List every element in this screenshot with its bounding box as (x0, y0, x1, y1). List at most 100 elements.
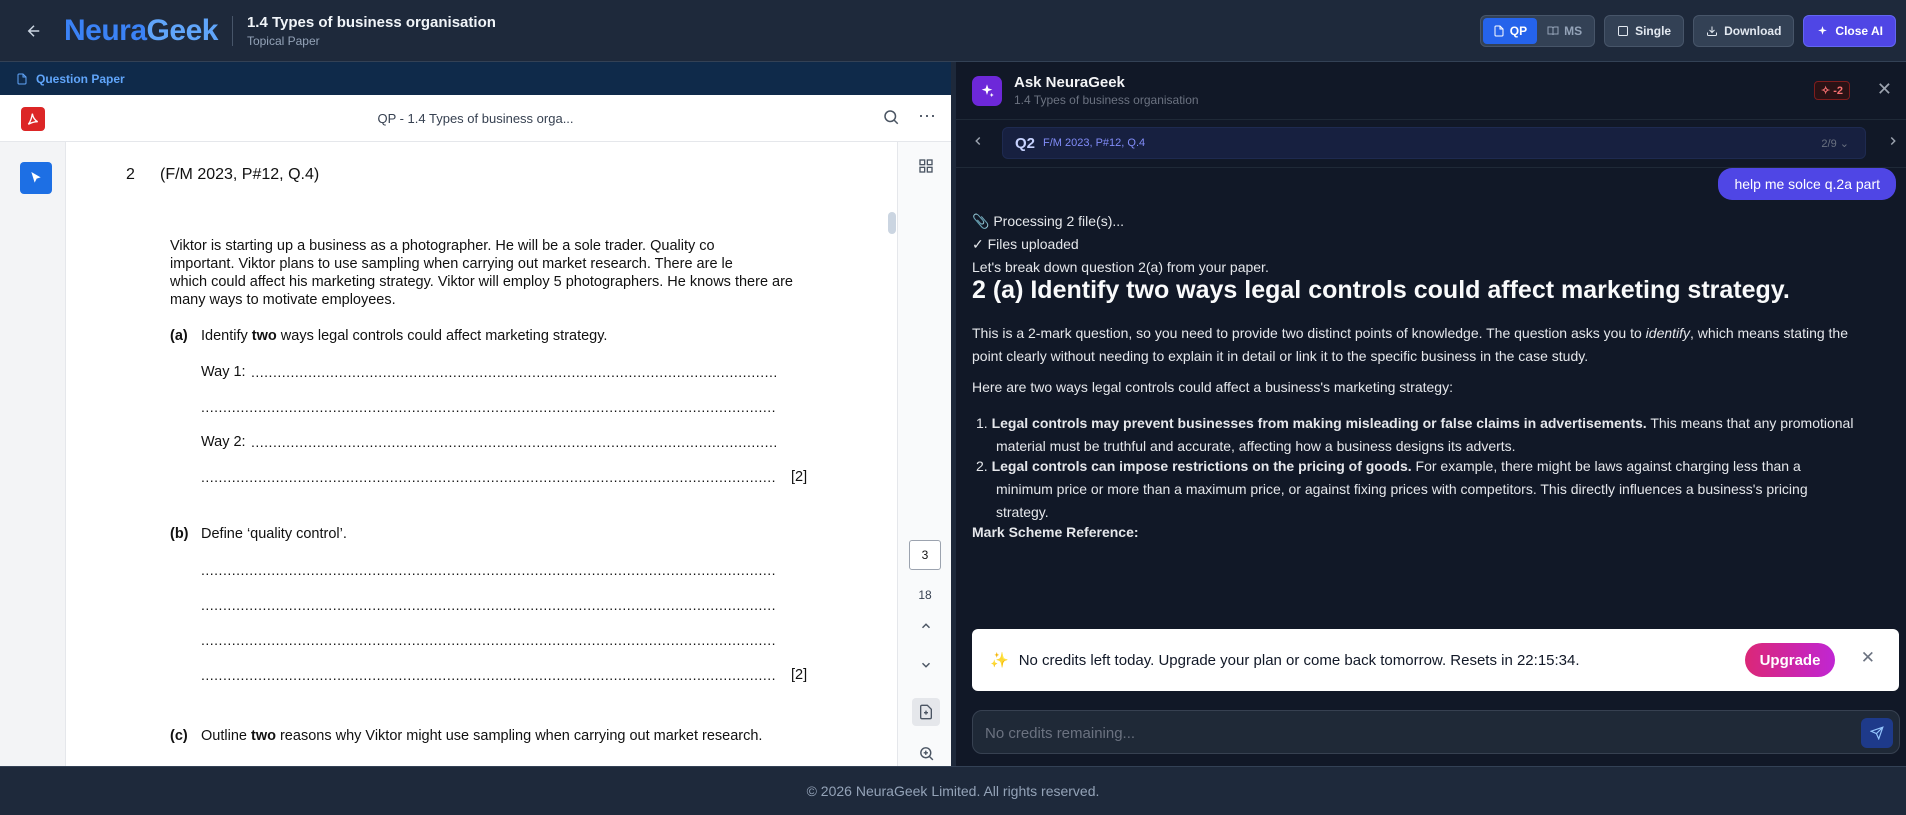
square-icon (1618, 26, 1629, 36)
para1-text-1: This is a 2-mark question, so you need t… (972, 325, 1646, 341)
question-number: 2 (126, 166, 135, 183)
download-button[interactable]: Download (1693, 15, 1795, 47)
credits-notice: ✨ No credits left today. Upgrade your pl… (972, 629, 1899, 691)
select-cursor-tool[interactable] (20, 162, 52, 194)
sparkle-icon (972, 75, 1002, 106)
answer-line[interactable]: ........................................… (201, 632, 776, 648)
chevron-down-icon[interactable] (912, 651, 940, 679)
part-a-text-2: ways legal controls could affect marketi… (276, 328, 608, 344)
list-item: 1. Legal controls may prevent businesses… (976, 412, 1856, 458)
answer-line[interactable]: ........................................… (201, 469, 776, 485)
close-icon[interactable]: ✕ (1861, 648, 1875, 668)
book-icon (1547, 26, 1559, 36)
current-page-input[interactable]: 3 (909, 540, 941, 570)
answer-heading: 2 (a) Identify two ways legal controls c… (972, 276, 1790, 304)
search-icon[interactable] (882, 108, 900, 131)
single-label: Single (1635, 24, 1672, 38)
pdf-toolbar: QP - 1.4 Types of business orga... ⋯ (0, 95, 951, 142)
answer-line[interactable]: ........................................… (201, 562, 776, 578)
logo-part-2: Geek (146, 13, 219, 47)
upgrade-button[interactable]: Upgrade (1745, 643, 1835, 677)
mark-scheme-reference: Mark Scheme Reference: (972, 524, 1139, 540)
part-c-label: (c) (170, 728, 188, 744)
document-icon (17, 73, 27, 84)
pdf-right-toolbar: 3 18 (897, 142, 951, 766)
page-titles: 1.4 Types of business organisation Topic… (247, 14, 496, 48)
cursor-icon (31, 172, 41, 183)
answer-paragraph-2: Here are two ways legal controls could a… (972, 379, 1453, 395)
page-subtitle: Topical Paper (246, 33, 320, 48)
intro-line-3: which could affect his marketing strateg… (170, 274, 793, 290)
ai-header: Ask NeuraGeek 1.4 Types of business orga… (956, 62, 1906, 120)
part-c-text-1: Outline (201, 728, 251, 744)
part-c-text-2: reasons why Viktor might use sampling wh… (275, 728, 763, 744)
close-ai-button[interactable]: Close AI (1803, 15, 1896, 47)
chevron-right-icon[interactable] (1886, 134, 1900, 153)
send-icon[interactable] (1861, 718, 1893, 748)
assistant-status: 📎 Processing 2 file(s)... ✓ Files upload… (972, 210, 1892, 279)
chevron-left-icon[interactable] (971, 134, 985, 153)
zoom-in-icon[interactable] (912, 739, 940, 767)
question-count-value: 2/9 (1821, 138, 1837, 150)
copyright-text: © 2026 NeuraGeek Limited. All rights res… (806, 783, 1100, 799)
close-icon[interactable]: ✕ (1877, 79, 1892, 100)
para1-emphasis: identify (1645, 325, 1691, 341)
user-message: help me solce q.2a part (1718, 168, 1896, 200)
top-bar: NeuraGeek 1.4 Types of business organisa… (0, 0, 1906, 62)
list-number: 1. (976, 415, 988, 431)
pdf-viewer-pane: Question Paper QP - 1.4 Types of busines… (0, 62, 951, 793)
credit-badge: ✧ -2 (1813, 81, 1850, 100)
question-paper-label: Question Paper (36, 71, 125, 86)
chevron-up-icon[interactable] (912, 612, 940, 640)
more-options-icon[interactable]: ⋯ (918, 107, 937, 125)
download-label: Download (1724, 24, 1782, 38)
qp-ms-toggle: QP MS (1479, 15, 1596, 47)
part-c-text-bold: two (250, 728, 276, 744)
qp-toggle-button[interactable]: QP (1482, 18, 1538, 44)
ai-chat-pane: Ask NeuraGeek 1.4 Types of business orga… (956, 62, 1906, 766)
question-reference: (F/M 2023, P#12, Q.4) (160, 166, 320, 183)
way-2-label: Way 2: (201, 434, 246, 450)
answer-line[interactable]: ........................................… (251, 434, 776, 450)
sparkle-icon: ✨ (990, 652, 1009, 669)
single-view-button[interactable]: Single (1604, 15, 1685, 47)
credit-count: -2 (1833, 85, 1843, 97)
pdf-title: QP - 1.4 Types of business orga... (377, 111, 574, 126)
back-arrow-icon[interactable] (20, 17, 48, 45)
pdf-scrollbar[interactable] (888, 212, 896, 234)
answer-line[interactable]: ........................................… (201, 667, 776, 683)
question-count: 2/9 ⌄ (1821, 138, 1849, 150)
question-navigator: Q2 F/M 2023, P#12, Q.4 2/9 ⌄ (956, 120, 1906, 168)
top-actions: QP MS Single Download Close AI (1479, 15, 1896, 47)
answer-paragraph-1: This is a 2-mark question, so you need t… (972, 322, 1882, 368)
footer: © 2026 NeuraGeek Limited. All rights res… (0, 766, 1906, 815)
list-number: 2. (976, 458, 988, 474)
page-title: 1.4 Types of business organisation (246, 13, 496, 31)
part-a-question: Identify two ways legal controls could a… (201, 328, 607, 344)
way-1-label: Way 1: (201, 364, 246, 380)
chat-input[interactable] (985, 721, 1845, 745)
marks-a: [2] (791, 469, 808, 485)
chat-messages: help me solce q.2a part 📎 Processing 2 f… (956, 168, 1906, 680)
ms-label: MS (1564, 24, 1583, 38)
intro-line-1: Viktor is starting up a business as a ph… (170, 238, 715, 254)
ai-subtitle: 1.4 Types of business organisation (1014, 93, 1199, 107)
download-icon (1707, 26, 1718, 36)
question-paper-tab[interactable]: Question Paper (0, 62, 951, 95)
ms-toggle-button[interactable]: MS (1537, 18, 1592, 44)
sparkle-icon (1818, 25, 1828, 35)
logo[interactable]: NeuraGeek (64, 14, 218, 48)
header-divider (231, 15, 233, 46)
answer-line[interactable]: ........................................… (201, 597, 776, 613)
part-a-text-1: Identify (201, 328, 252, 344)
pdf-left-toolbar (0, 142, 66, 766)
qp-label: QP (1509, 24, 1528, 38)
grid-view-icon[interactable] (912, 152, 940, 180)
question-selector[interactable]: Q2 F/M 2023, P#12, Q.4 2/9 ⌄ (1002, 127, 1866, 159)
part-b-question: Define ‘quality control’. (201, 526, 347, 542)
answer-line[interactable]: ........................................… (201, 399, 776, 415)
question-label: Q2 (1015, 134, 1036, 152)
answer-line[interactable]: ........................................… (251, 364, 776, 380)
page-fit-icon[interactable] (912, 698, 940, 726)
intro-line-2: important. Viktor plans to use sampling … (170, 256, 733, 272)
